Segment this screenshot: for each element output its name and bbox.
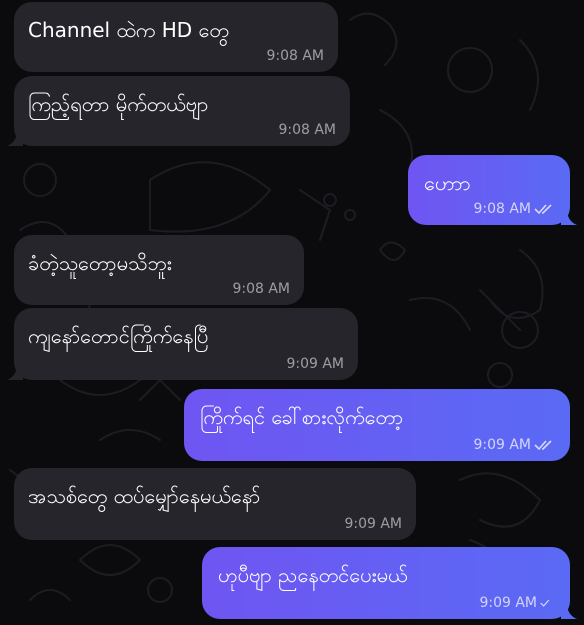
message-text: ခံတဲ့သူတော့မသိဘူး [28, 251, 172, 275]
message-bubble-outgoing[interactable]: ကြိုက်ရင် ခေါ်စားလိုက်တော့ 9:09 AM [184, 389, 570, 461]
message-time: 9:08 AM [232, 281, 290, 297]
double-check-icon [534, 204, 552, 215]
message-timestamp: 9:08 AM [473, 201, 556, 217]
bubble-tail [7, 130, 23, 146]
message-time: 9:08 AM [278, 122, 336, 138]
bubble-tail [7, 364, 23, 380]
message-timestamp: 9:09 AM [479, 595, 556, 611]
message-text: ကြည့်ရတာ မိုက်တယ်ဗျာ [28, 92, 209, 116]
message-timestamp: 9:09 AM [286, 356, 344, 372]
message-timestamp: 9:09 AM [473, 437, 556, 453]
bubble-tail [561, 603, 577, 619]
chat-view: Channel ထဲက HD တွေ 9:08 AM ကြည့်ရတာ မိုက… [0, 0, 584, 625]
single-check-icon [540, 599, 550, 607]
message-timestamp: 9:08 AM [278, 122, 336, 138]
message-timestamp: 9:09 AM [344, 516, 402, 532]
message-time: 9:09 AM [473, 437, 531, 453]
message-text: ကျနော်တောင်ကြိုက်နေပြီ [28, 324, 209, 348]
message-bubble-incoming[interactable]: Channel ထဲက HD တွေ 9:08 AM [14, 2, 338, 72]
message-bubble-outgoing[interactable]: ဟုပီဗျာ ညနေတင်ပေးမယ် 9:09 AM [202, 547, 577, 619]
message-text: ဟောာ [424, 171, 471, 195]
bubble-tail [561, 209, 577, 225]
message-timestamp: 9:08 AM [266, 48, 324, 64]
message-bubble-incoming[interactable]: ကျနော်တောင်ကြိုက်နေပြီ 9:09 AM [7, 308, 358, 380]
double-check-icon [534, 440, 552, 451]
message-text: Channel ထဲက HD တွေ [28, 18, 229, 42]
message-bubble-incoming[interactable]: ခံတဲ့သူတော့မသိဘူး 9:08 AM [14, 235, 304, 305]
message-time: 9:08 AM [266, 48, 324, 64]
message-text: အသစ်တွေ ထပ်မျှော်နေမယ်နော် [28, 484, 261, 508]
message-text: ဟုပီဗျာ ညနေတင်ပေးမယ် [218, 563, 408, 587]
message-timestamp: 9:08 AM [232, 281, 290, 297]
message-bubble-incoming[interactable]: အသစ်တွေ ထပ်မျှော်နေမယ်နော် 9:09 AM [14, 468, 416, 540]
message-text: ကြိုက်ရင် ခေါ်စားလိုက်တော့ [200, 405, 404, 429]
message-bubble-outgoing[interactable]: ဟောာ 9:08 AM [408, 155, 577, 225]
message-time: 9:09 AM [286, 356, 344, 372]
message-time: 9:08 AM [473, 201, 531, 217]
message-bubble-incoming[interactable]: ကြည့်ရတာ မိုက်တယ်ဗျာ 9:08 AM [7, 76, 350, 146]
message-time: 9:09 AM [479, 595, 537, 611]
message-time: 9:09 AM [344, 516, 402, 532]
